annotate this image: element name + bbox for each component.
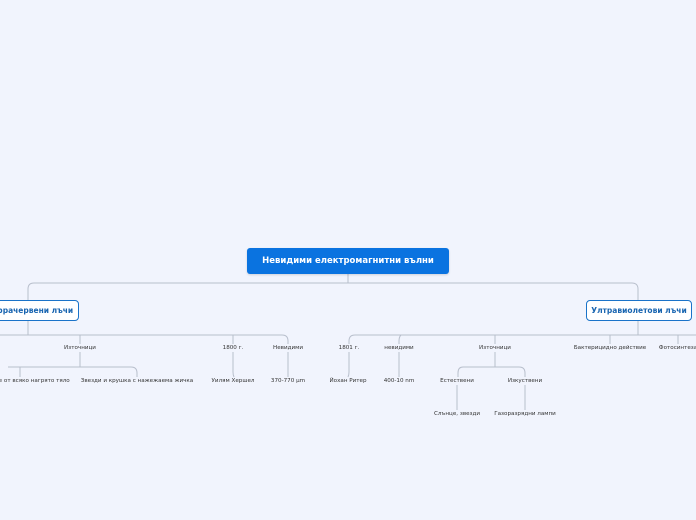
branch-ultraviolet[interactable]: Ултравиолетови лъчи [586,300,692,321]
node-ir-discoverer[interactable]: Уилям Хершел [212,377,255,385]
node-ir-wavelength[interactable]: 370-770 µm [271,377,305,385]
node-ir-invisible[interactable]: Невидими [273,344,303,352]
node-uv-natural-sun-stars[interactable]: Слънце, звезди [434,410,480,418]
node-uv-discoverer[interactable]: Йохан Ритер [329,377,366,385]
node-ir-year[interactable]: 1800 г. [223,344,244,352]
node-uv-year[interactable]: 1801 г. [339,344,360,352]
node-ir-source-heated-body[interactable]: Излъчване от всяко нагрято тяло [0,377,70,385]
node-uv-artificial[interactable]: Изкуствени [508,377,542,385]
node-uv-artificial-lamps[interactable]: Газоразрядни лампи [494,410,556,418]
node-uv-natural[interactable]: Естествени [440,377,474,385]
root-topic[interactable]: Невидими електромагнитни вълни [247,248,449,274]
node-ir-source-stars-bulb[interactable]: Звезди и крушка с нажежаема жичка [81,377,193,385]
node-uv-invisible[interactable]: невидими [384,344,413,352]
mind-map-canvas: Невидими електромагнитни вълни Инфрачерв… [0,0,696,520]
node-ir-sources[interactable]: Източници [64,344,96,352]
node-uv-bactericidal[interactable]: Бактерицидно действие [574,344,646,352]
node-uv-wavelength[interactable]: 400-10 nm [384,377,415,385]
node-uv-photosynthesis[interactable]: Фотосинтеза [659,344,696,352]
branch-infrared[interactable]: Инфрачервени лъчи [0,300,79,321]
node-uv-sources[interactable]: Източници [479,344,511,352]
